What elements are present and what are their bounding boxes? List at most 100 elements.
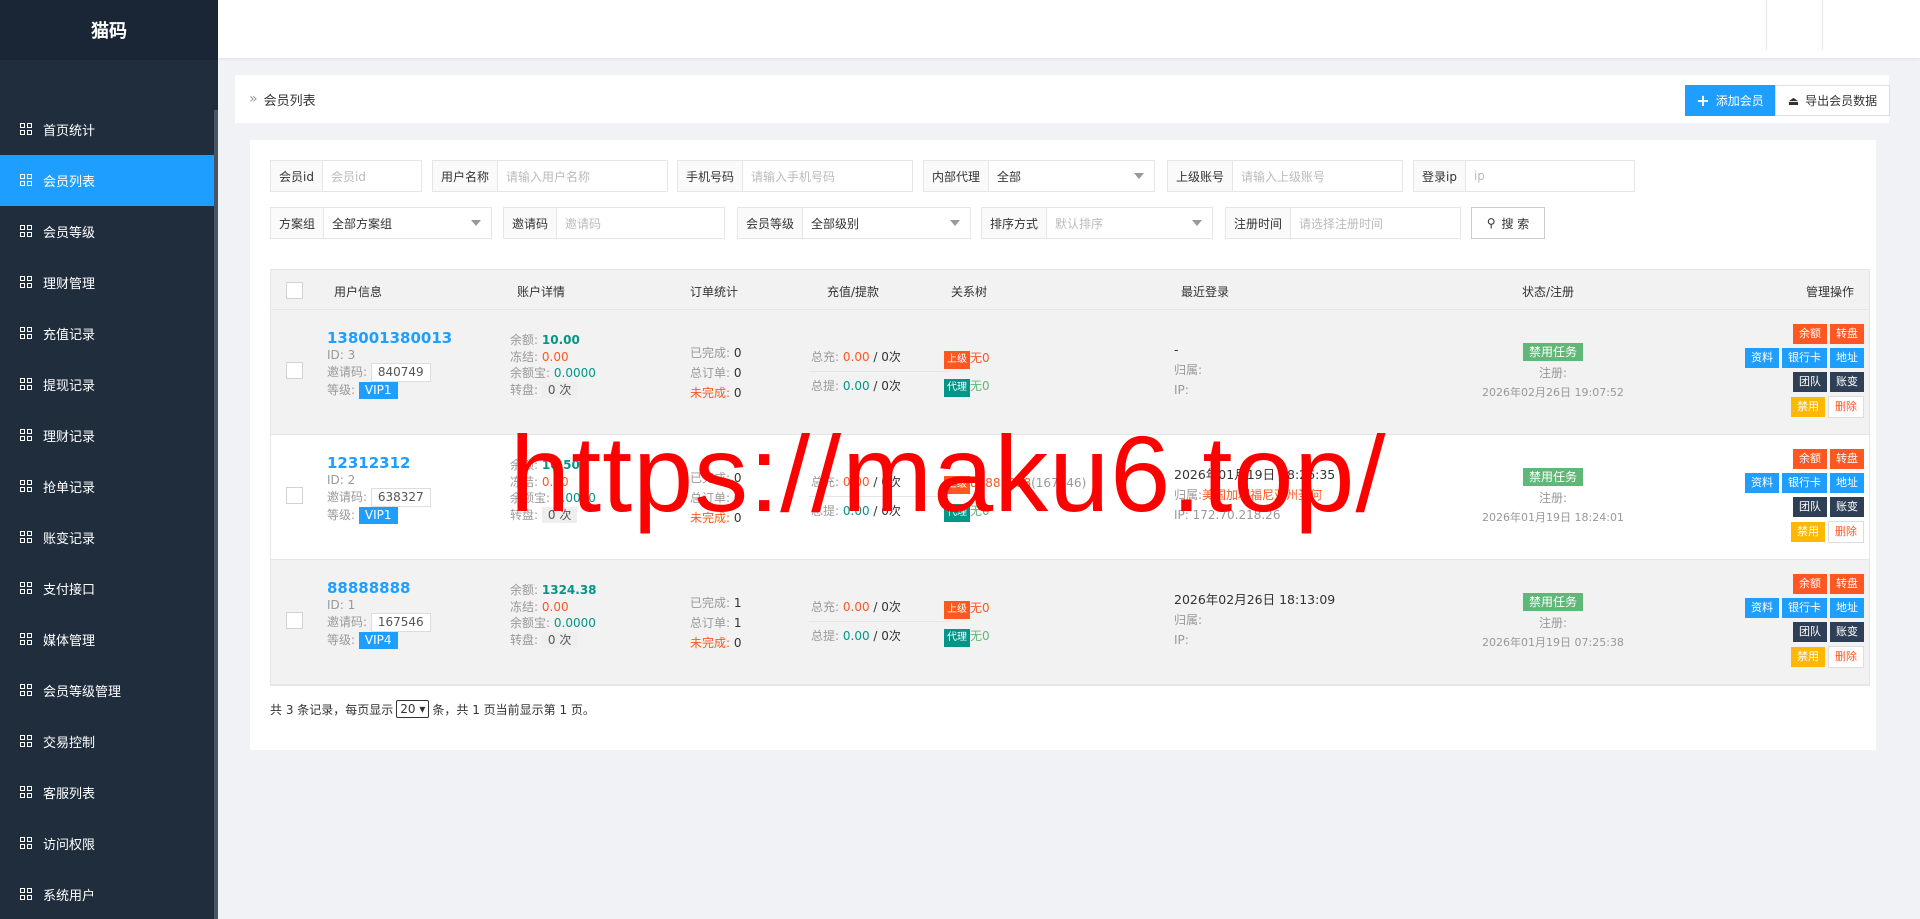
disable-task-status[interactable]: 禁用任务 [1522,593,1583,611]
agent-filter: 内部代理 全部 [923,160,1155,192]
sort-select[interactable]: 默认排序 [1047,208,1212,238]
profile-button[interactable]: 资料 [1745,473,1779,493]
sidebar-scrollbar[interactable] [214,110,218,919]
spin-button[interactable]: 转盘 [1830,574,1864,594]
account-change-button[interactable]: 账变 [1830,497,1864,517]
team-button[interactable]: 团队 [1793,497,1827,517]
plan-select[interactable]: 全部方案组 [324,208,491,238]
bank-card-button[interactable]: 银行卡 [1782,473,1827,493]
profile-button[interactable]: 资料 [1745,598,1779,618]
grid-icon [20,378,33,391]
row-checkbox[interactable] [286,362,303,379]
grid-icon [20,123,33,136]
parent-account-input[interactable]: 请输入上级账号 [1233,161,1402,191]
sidebar-item-15[interactable]: 系统用户 [0,869,218,919]
phone-filter: 手机号码 请输入手机号码 [677,160,913,192]
order-stats: 已完成: 1 总订单: 1 未完成: 0 [690,596,742,650]
disable-task-status[interactable]: 禁用任务 [1522,343,1583,361]
grid-icon [20,633,33,646]
sidebar-item-2[interactable]: 会员等级 [0,206,218,257]
sidebar-item-8[interactable]: 账变记录 [0,512,218,563]
grid-icon [20,327,33,340]
row-actions: 余额 转盘资料 银行卡 地址 团队 账变 禁用 删除 [1724,574,1864,672]
user-info: 138001380013 ID: 3 邀请码: 840749 等级: VIP1 [327,329,453,399]
page-size-select[interactable]: 20 ▾ [396,700,430,718]
delete-button[interactable]: 删除 [1828,396,1864,418]
sidebar-item-14[interactable]: 访问权限 [0,818,218,869]
chevron-down-icon [950,220,960,226]
invite-code-badge: 167546 [370,613,431,632]
sidebar-item-11[interactable]: 会员等级管理 [0,665,218,716]
grid-icon [20,480,33,493]
address-button[interactable]: 地址 [1830,598,1864,618]
export-members-button[interactable]: ⏏ 导出会员数据 [1775,85,1890,116]
phone-input[interactable]: 请输入手机号码 [743,161,912,191]
grid-icon [20,429,33,442]
sidebar-item-13[interactable]: 客服列表 [0,767,218,818]
select-all-checkbox[interactable] [286,282,303,299]
disable-button[interactable]: 禁用 [1791,647,1825,667]
delete-button[interactable]: 删除 [1828,521,1864,543]
member-id-filter: 会员id 会员id [270,160,422,192]
login-ip-filter: 登录ip ip [1413,160,1635,192]
grid-icon [20,837,33,850]
sidebar-item-3[interactable]: 理财管理 [0,257,218,308]
team-button[interactable]: 团队 [1793,372,1827,392]
relation-tree: 上级 无0 代理 无0 [944,350,990,397]
login-ip-input[interactable]: ip [1466,161,1634,191]
sidebar-item-7[interactable]: 抢单记录 [0,461,218,512]
last-login: - 归属: IP: [1174,342,1203,397]
search-button[interactable]: ⚲ 搜 索 [1471,207,1545,239]
address-button[interactable]: 地址 [1830,348,1864,368]
breadcrumb-label: 会员列表 [263,93,316,109]
account-details: 余额: 10.00 冻结: 0.00 余额宝: 0.0000 转盘: 0 次 [510,333,596,398]
disable-button[interactable]: 禁用 [1791,522,1825,542]
top-header [218,0,1920,58]
vip-badge: VIP4 [358,631,398,649]
row-checkbox[interactable] [286,612,303,629]
balance-button[interactable]: 余额 [1793,449,1827,469]
invite-code-input[interactable]: 邀请码 [557,208,724,238]
sidebar-item-1[interactable]: 会员列表 [0,155,218,206]
sidebar-item-9[interactable]: 支付接口 [0,563,218,614]
order-stats: 已完成: 0 总订单: 0 未完成: 0 [690,346,742,400]
sidebar-item-10[interactable]: 媒体管理 [0,614,218,665]
sidebar-item-5[interactable]: 提现记录 [0,359,218,410]
account-change-button[interactable]: 账变 [1830,622,1864,642]
bank-card-button[interactable]: 银行卡 [1782,348,1827,368]
add-member-button[interactable]: + 添加会员 [1685,85,1775,116]
disable-task-status[interactable]: 禁用任务 [1522,468,1583,486]
recharge-withdraw: 总充: 0.00 / 0次 总提: 0.00 / 0次 [809,598,951,645]
vip-badge: VIP1 [358,506,398,524]
user-phone-link[interactable]: 138001380013 [327,330,452,347]
member-level-select[interactable]: 全部级别 [803,208,970,238]
agent-select[interactable]: 全部 [989,161,1154,191]
sidebar-item-0[interactable]: 首页统计 [0,104,218,155]
username-filter: 用户名称 请输入用户名称 [432,160,668,192]
row-checkbox[interactable] [286,487,303,504]
sidebar-item-6[interactable]: 理财记录 [0,410,218,461]
balance-button[interactable]: 余额 [1793,574,1827,594]
register-time-input[interactable]: 请选择注册时间 [1291,208,1460,238]
table-row: 88888888 ID: 1 邀请码: 167546 等级: VIP4 余额: 1324… [271,560,1869,685]
spin-button[interactable]: 转盘 [1830,324,1864,344]
delete-button[interactable]: 删除 [1828,646,1864,668]
profile-button[interactable]: 资料 [1745,348,1779,368]
team-button[interactable]: 团队 [1793,622,1827,642]
account-change-button[interactable]: 账变 [1830,372,1864,392]
balance-button[interactable]: 余额 [1793,324,1827,344]
member-id-input[interactable]: 会员id [323,161,421,191]
sidebar-item-12[interactable]: 交易控制 [0,716,218,767]
address-button[interactable]: 地址 [1830,473,1864,493]
spin-button[interactable]: 转盘 [1830,449,1864,469]
bank-card-button[interactable]: 银行卡 [1782,598,1827,618]
breadcrumb: » 会员列表 [235,75,1889,123]
sidebar-item-4[interactable]: 充值记录 [0,308,218,359]
username-input[interactable]: 请输入用户名称 [498,161,667,191]
user-phone-link[interactable]: 88888888 [327,580,431,597]
register-time-filter: 注册时间 请选择注册时间 [1225,207,1461,239]
status-register: 禁用任务 注册: 2026年01月19日 18:24:01 [1482,468,1624,524]
watermark-overlay: https://maku6.top/ [510,413,1387,534]
user-phone-link[interactable]: 12312312 [327,455,431,472]
disable-button[interactable]: 禁用 [1791,397,1825,417]
